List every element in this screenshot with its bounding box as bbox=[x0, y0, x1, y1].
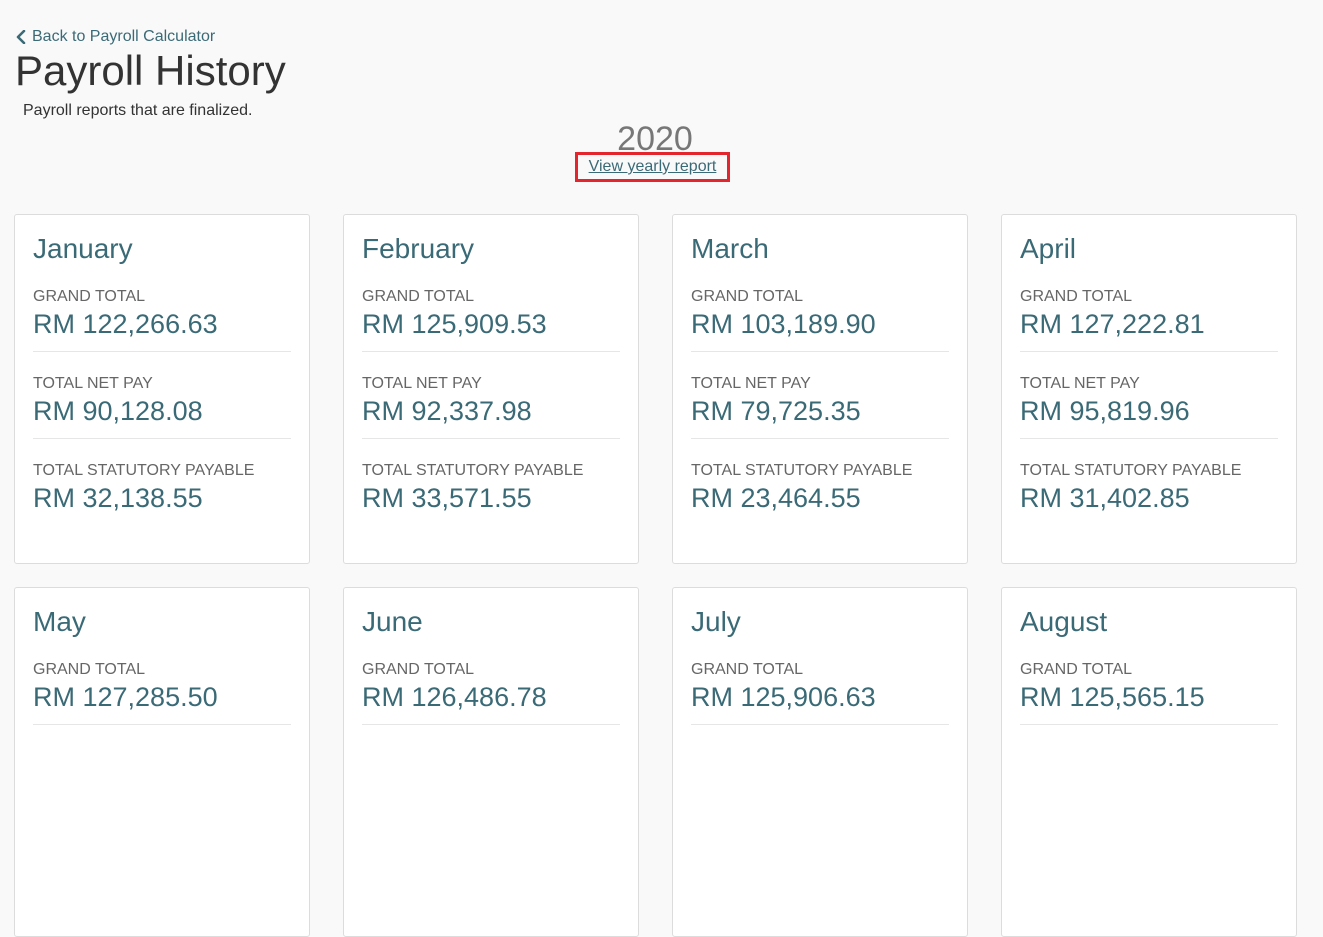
grand-total-stat: GRAND TOTAL RM 126,486.78 bbox=[362, 656, 620, 724]
statutory-stat: TOTAL STATUTORY PAYABLE RM 23,464.55 bbox=[691, 438, 949, 525]
stat-label: TOTAL STATUTORY PAYABLE bbox=[33, 462, 255, 479]
month-name: August bbox=[1020, 606, 1108, 637]
grand-total-stat: GRAND TOTAL RM 103,189.90 bbox=[691, 283, 949, 351]
month-name: May bbox=[33, 606, 86, 637]
month-name: January bbox=[33, 233, 133, 264]
net-pay-stat bbox=[1020, 724, 1278, 759]
net-pay-stat: TOTAL NET PAY RM 79,725.35 bbox=[691, 351, 949, 438]
stat-label: GRAND TOTAL bbox=[1020, 288, 1133, 305]
statutory-stat: TOTAL STATUTORY PAYABLE RM 33,571.55 bbox=[362, 438, 620, 525]
month-name: July bbox=[691, 606, 741, 637]
stat-label: TOTAL NET PAY bbox=[691, 375, 811, 392]
net-pay-stat: TOTAL NET PAY RM 95,819.96 bbox=[1020, 351, 1278, 438]
stat-label: GRAND TOTAL bbox=[691, 288, 804, 305]
net-pay-value: RM 90,128.08 bbox=[33, 396, 203, 426]
stat-label: GRAND TOTAL bbox=[362, 661, 475, 678]
statutory-value: RM 23,464.55 bbox=[691, 483, 861, 513]
month-name: March bbox=[691, 233, 769, 264]
month-card-march[interactable]: March GRAND TOTAL RM 103,189.90 TOTAL NE… bbox=[672, 214, 968, 564]
net-pay-value: RM 95,819.96 bbox=[1020, 396, 1190, 426]
month-name: February bbox=[362, 233, 475, 264]
page-title: Payroll History bbox=[15, 47, 286, 94]
grand-total-value: RM 127,285.50 bbox=[33, 682, 218, 712]
stat-label: TOTAL STATUTORY PAYABLE bbox=[691, 462, 913, 479]
grand-total-value: RM 127,222.81 bbox=[1020, 309, 1205, 339]
grand-total-value: RM 125,906.63 bbox=[691, 682, 876, 712]
net-pay-stat bbox=[691, 724, 949, 759]
month-card-may[interactable]: May GRAND TOTAL RM 127,285.50 bbox=[14, 587, 310, 937]
grand-total-stat: GRAND TOTAL RM 127,222.81 bbox=[1020, 283, 1278, 351]
grand-total-value: RM 125,909.53 bbox=[362, 309, 547, 339]
back-link-label: Back to Payroll Calculator bbox=[32, 28, 216, 45]
net-pay-stat bbox=[362, 724, 620, 759]
page-subtitle: Payroll reports that are finalized. bbox=[23, 102, 253, 119]
net-pay-stat bbox=[33, 724, 291, 759]
stat-label: GRAND TOTAL bbox=[691, 661, 804, 678]
net-pay-value: RM 92,337.98 bbox=[362, 396, 532, 426]
stat-label: GRAND TOTAL bbox=[33, 288, 146, 305]
month-card-june[interactable]: June GRAND TOTAL RM 126,486.78 bbox=[343, 587, 639, 937]
back-to-calculator-link[interactable]: Back to Payroll Calculator bbox=[15, 28, 215, 46]
grand-total-stat: GRAND TOTAL RM 125,906.63 bbox=[691, 656, 949, 724]
view-yearly-report-link[interactable]: View yearly report bbox=[589, 158, 717, 176]
stat-label: TOTAL STATUTORY PAYABLE bbox=[1020, 462, 1242, 479]
stat-label: TOTAL STATUTORY PAYABLE bbox=[362, 462, 584, 479]
statutory-value: RM 32,138.55 bbox=[33, 483, 203, 513]
stat-label: GRAND TOTAL bbox=[362, 288, 475, 305]
month-cards-grid: January GRAND TOTAL RM 122,266.63 TOTAL … bbox=[14, 214, 1297, 937]
chevron-left-icon bbox=[16, 30, 26, 44]
stat-label: TOTAL NET PAY bbox=[33, 375, 153, 392]
grand-total-stat: GRAND TOTAL RM 127,285.50 bbox=[33, 656, 291, 724]
month-card-august[interactable]: August GRAND TOTAL RM 125,565.15 bbox=[1001, 587, 1297, 937]
grand-total-value: RM 126,486.78 bbox=[362, 682, 547, 712]
month-name: April bbox=[1020, 233, 1077, 264]
month-card-july[interactable]: July GRAND TOTAL RM 125,906.63 bbox=[672, 587, 968, 937]
month-card-april[interactable]: April GRAND TOTAL RM 127,222.81 TOTAL NE… bbox=[1001, 214, 1297, 564]
grand-total-value: RM 122,266.63 bbox=[33, 309, 218, 339]
stat-label: TOTAL NET PAY bbox=[1020, 375, 1140, 392]
stat-label: GRAND TOTAL bbox=[33, 661, 146, 678]
net-pay-stat: TOTAL NET PAY RM 92,337.98 bbox=[362, 351, 620, 438]
statutory-stat: TOTAL STATUTORY PAYABLE RM 31,402.85 bbox=[1020, 438, 1278, 525]
grand-total-value: RM 103,189.90 bbox=[691, 309, 876, 339]
stat-label: GRAND TOTAL bbox=[1020, 661, 1133, 678]
statutory-value: RM 31,402.85 bbox=[1020, 483, 1190, 513]
grand-total-stat: GRAND TOTAL RM 125,909.53 bbox=[362, 283, 620, 351]
month-card-january[interactable]: January GRAND TOTAL RM 122,266.63 TOTAL … bbox=[14, 214, 310, 564]
statutory-stat: TOTAL STATUTORY PAYABLE RM 32,138.55 bbox=[33, 438, 291, 525]
net-pay-stat: TOTAL NET PAY RM 90,128.08 bbox=[33, 351, 291, 438]
grand-total-stat: GRAND TOTAL RM 122,266.63 bbox=[33, 283, 291, 351]
grand-total-value: RM 125,565.15 bbox=[1020, 682, 1205, 712]
yearly-report-highlight: View yearly report bbox=[575, 152, 730, 182]
statutory-value: RM 33,571.55 bbox=[362, 483, 532, 513]
net-pay-value: RM 79,725.35 bbox=[691, 396, 861, 426]
month-card-february[interactable]: February GRAND TOTAL RM 125,909.53 TOTAL… bbox=[343, 214, 639, 564]
stat-label: TOTAL NET PAY bbox=[362, 375, 482, 392]
month-name: June bbox=[362, 606, 423, 637]
grand-total-stat: GRAND TOTAL RM 125,565.15 bbox=[1020, 656, 1278, 724]
